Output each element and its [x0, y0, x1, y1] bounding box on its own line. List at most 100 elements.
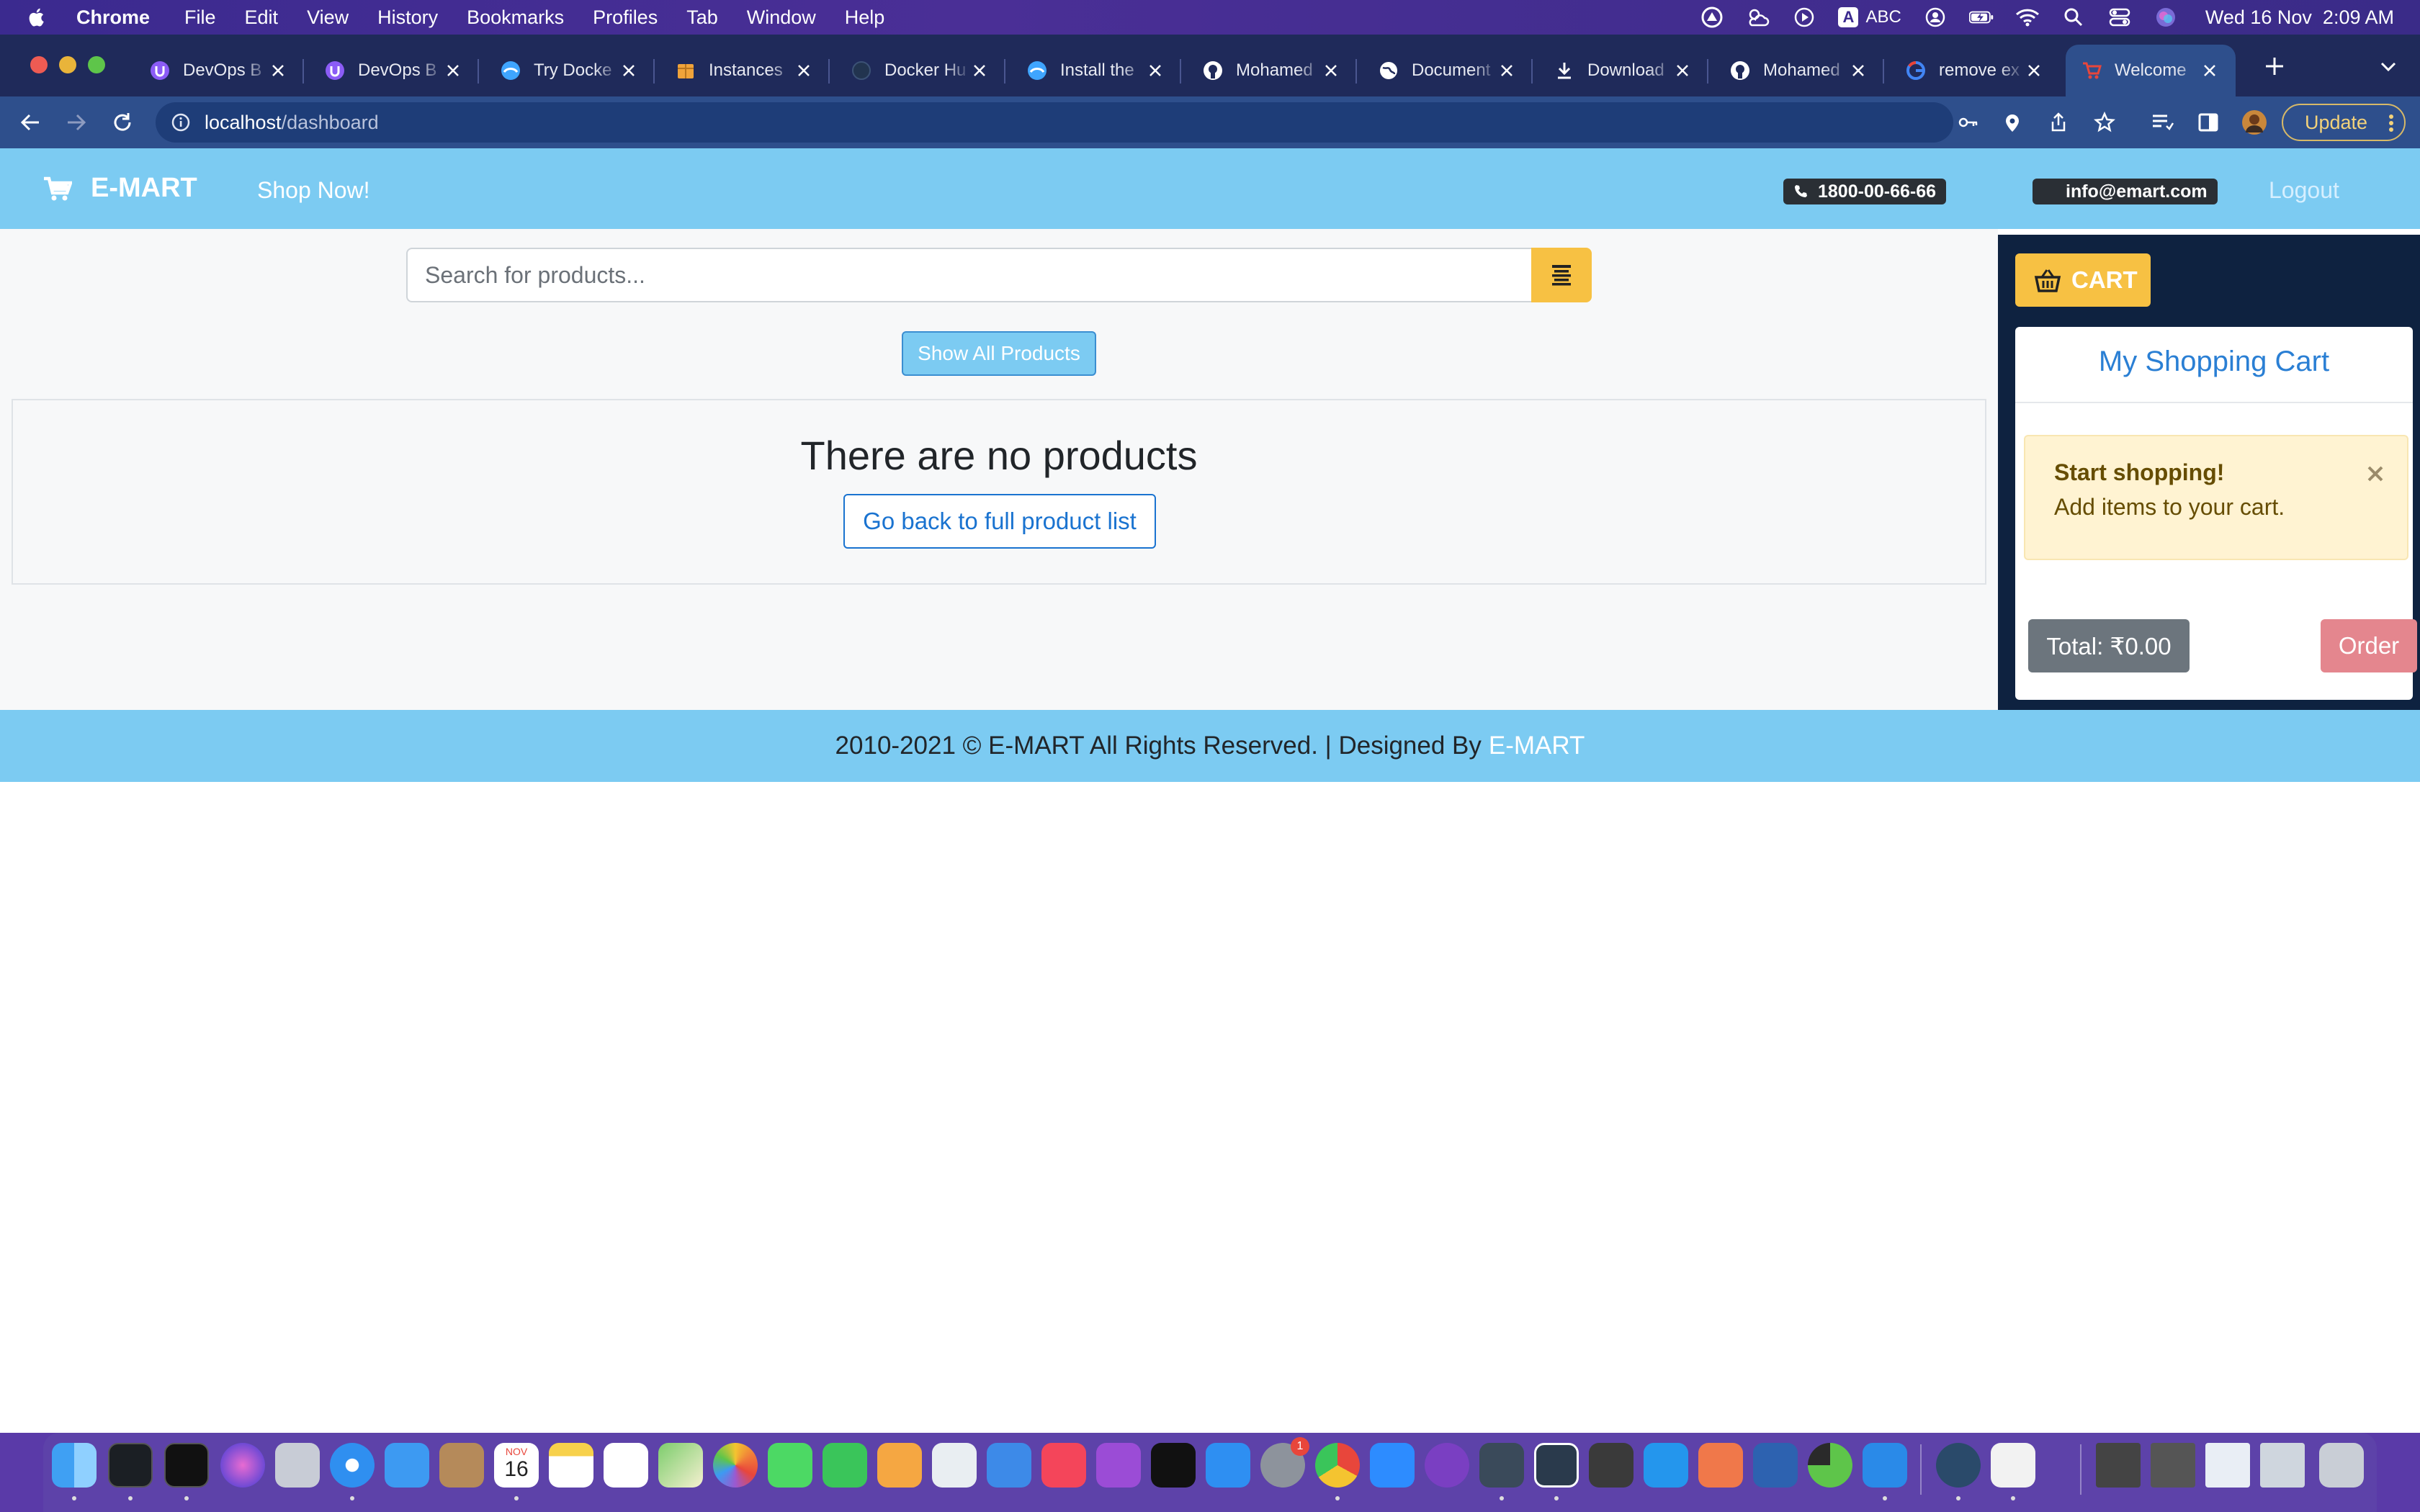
vscode-icon[interactable] — [1863, 1443, 1907, 1488]
close-tab-icon[interactable] — [794, 60, 814, 81]
apple-menu-icon[interactable] — [27, 6, 48, 28]
back-to-products-button[interactable]: Go back to full product list — [843, 494, 1156, 549]
close-tab-icon[interactable] — [268, 60, 288, 81]
pages-icon[interactable] — [877, 1443, 922, 1488]
logout-link[interactable]: Logout — [2269, 177, 2339, 204]
keynote-icon[interactable] — [987, 1443, 1031, 1488]
close-tab-icon[interactable] — [443, 60, 463, 81]
menu-bookmarks[interactable]: Bookmarks — [467, 6, 564, 29]
recent-window-thumbnail[interactable] — [2205, 1443, 2250, 1488]
trash-icon[interactable] — [2319, 1443, 2364, 1488]
more-menu-icon[interactable] — [2388, 114, 2394, 138]
window-minimize-button[interactable] — [59, 56, 76, 73]
menu-history[interactable]: History — [377, 6, 438, 29]
close-tab-icon[interactable] — [2200, 60, 2220, 81]
browser-tab[interactable]: Mohamed — [1187, 45, 1357, 96]
activity-monitor-icon[interactable] — [108, 1443, 153, 1488]
siri-app-icon[interactable] — [220, 1443, 265, 1488]
cart-button[interactable]: CART — [2015, 253, 2151, 307]
location-pin-icon[interactable] — [1999, 109, 2025, 135]
system-preferences-icon[interactable]: 1 — [1260, 1437, 1309, 1488]
close-tab-icon[interactable] — [1848, 60, 1868, 81]
window-close-button[interactable] — [30, 56, 48, 73]
messages-icon[interactable] — [768, 1443, 812, 1488]
close-tab-icon[interactable] — [1321, 60, 1341, 81]
menu-profiles[interactable]: Profiles — [593, 6, 658, 29]
side-panel-icon[interactable] — [2195, 109, 2221, 135]
maps-icon[interactable] — [658, 1443, 703, 1488]
contacts-icon[interactable] — [439, 1443, 484, 1488]
menu-edit[interactable]: Edit — [245, 6, 279, 29]
virtualbox-icon[interactable] — [1753, 1443, 1798, 1488]
facetime-icon[interactable] — [823, 1443, 867, 1488]
keychain-icon[interactable] — [1589, 1443, 1634, 1488]
vpn-status-icon[interactable] — [1700, 6, 1724, 28]
tab-search-chevron-icon[interactable] — [2375, 53, 2401, 79]
user-status-icon[interactable] — [1923, 6, 1948, 28]
tools-icon[interactable] — [1479, 1443, 1524, 1488]
menu-window[interactable]: Window — [747, 6, 816, 29]
textedit-icon[interactable] — [1991, 1443, 2035, 1488]
browser-update-button[interactable]: Update — [2282, 104, 2406, 141]
recent-window-thumbnail[interactable] — [2096, 1443, 2141, 1488]
numbers-icon[interactable] — [932, 1443, 977, 1488]
pen-app-icon[interactable] — [1698, 1443, 1743, 1488]
browser-tab[interactable]: Instances — [660, 45, 830, 96]
notes-icon[interactable] — [549, 1443, 593, 1488]
terminal-icon[interactable] — [164, 1443, 209, 1488]
zoom-icon[interactable] — [1370, 1443, 1415, 1488]
bookmark-star-icon[interactable] — [2092, 109, 2118, 135]
reminders-icon[interactable] — [604, 1443, 648, 1488]
progress-ring-icon[interactable] — [1808, 1443, 1852, 1488]
site-info-icon[interactable] — [171, 113, 190, 132]
network-app-icon[interactable] — [1936, 1443, 1981, 1488]
order-button[interactable]: Order — [2321, 619, 2417, 672]
music-icon[interactable] — [1041, 1443, 1086, 1488]
recent-window-thumbnail[interactable] — [2151, 1443, 2195, 1488]
search-button[interactable] — [1531, 248, 1592, 302]
podcasts-icon[interactable] — [1096, 1443, 1141, 1488]
app-store-icon[interactable] — [1206, 1443, 1250, 1488]
reload-icon[interactable] — [109, 109, 135, 135]
reading-list-icon[interactable] — [2149, 109, 2175, 135]
calendar-icon[interactable]: NOV 16 — [494, 1443, 539, 1488]
control-center-icon[interactable] — [2107, 6, 2132, 28]
close-icon[interactable] — [2364, 462, 2387, 485]
show-all-products-button[interactable]: Show All Products — [902, 331, 1096, 376]
share-icon[interactable] — [2045, 109, 2071, 135]
launchpad-icon[interactable] — [275, 1443, 320, 1488]
browser-tab[interactable]: Document — [1363, 45, 1533, 96]
menu-bar-clock[interactable]: Wed 16 Nov 2:09 AM — [2205, 6, 2394, 29]
safari-icon[interactable] — [330, 1443, 375, 1488]
brand-logo-link[interactable]: E-MART — [43, 173, 197, 204]
github-desktop-icon[interactable] — [1425, 1443, 1469, 1488]
wifi-icon[interactable] — [2015, 6, 2040, 28]
profile-avatar[interactable] — [2241, 109, 2267, 135]
menu-view[interactable]: View — [307, 6, 349, 29]
browser-tab[interactable]: Try Docke — [485, 45, 655, 96]
forward-arrow-icon[interactable] — [63, 109, 89, 135]
new-tab-icon[interactable] — [2262, 53, 2287, 79]
chrome-icon[interactable] — [1315, 1443, 1360, 1488]
browser-tab[interactable]: Download — [1538, 45, 1708, 96]
password-key-icon[interactable] — [1955, 109, 1981, 135]
siri-icon[interactable] — [2154, 6, 2178, 28]
finder-icon[interactable] — [52, 1443, 97, 1488]
sublime-icon[interactable] — [1534, 1443, 1579, 1488]
input-source-indicator[interactable]: A ABC — [1838, 7, 1901, 27]
browser-tab[interactable]: Install the — [1011, 45, 1181, 96]
spotlight-search-icon[interactable] — [2061, 6, 2086, 28]
browser-tab-active[interactable]: Welcome — [2066, 45, 2236, 96]
menu-tab[interactable]: Tab — [686, 6, 718, 29]
battery-icon[interactable] — [1968, 6, 1994, 28]
search-input[interactable] — [406, 248, 1531, 302]
menu-file[interactable]: File — [184, 6, 216, 29]
close-tab-icon[interactable] — [2024, 60, 2044, 81]
close-tab-icon[interactable] — [1497, 60, 1517, 81]
window-zoom-button[interactable] — [88, 56, 105, 73]
menu-app-name[interactable]: Chrome — [76, 6, 150, 29]
docker-icon[interactable] — [1644, 1443, 1688, 1488]
apple-tv-icon[interactable] — [1151, 1443, 1196, 1488]
footer-designer-link[interactable]: E-MART — [1489, 732, 1585, 760]
back-arrow-icon[interactable] — [17, 109, 43, 135]
